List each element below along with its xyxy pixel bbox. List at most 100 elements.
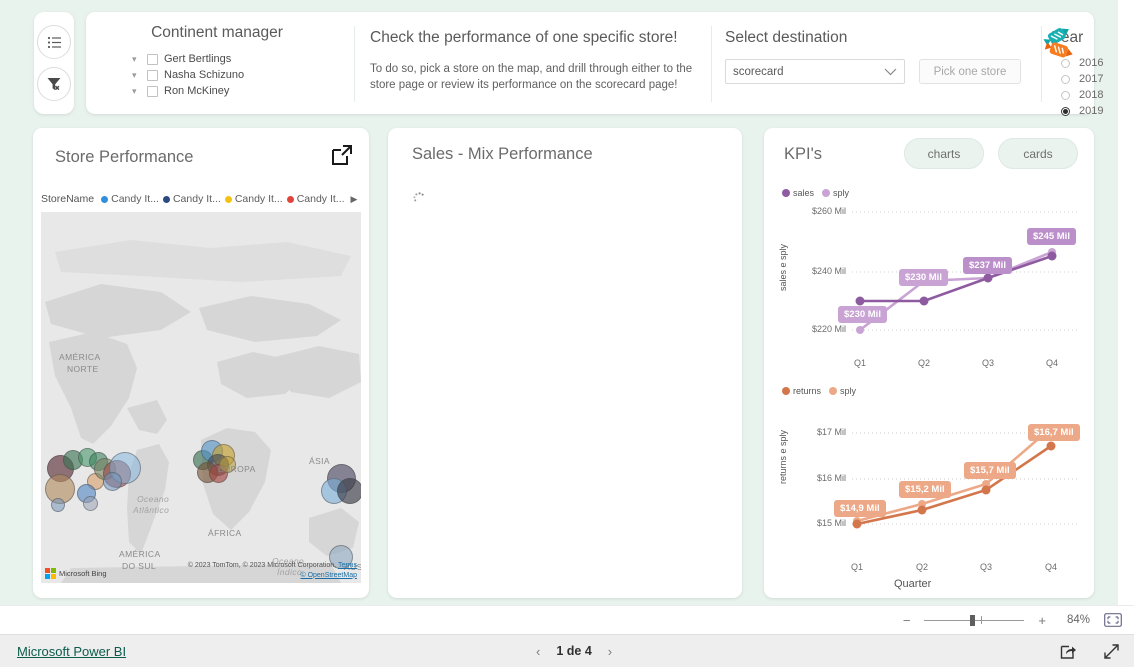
year-option-2017[interactable]: 2017 xyxy=(1061,71,1132,87)
x-tick: Q2 xyxy=(915,562,928,572)
sales-mix-title: Sales - Mix Performance xyxy=(412,145,593,163)
radio-button[interactable] xyxy=(1061,74,1070,84)
chevron-down-icon[interactable]: ▾ xyxy=(132,70,141,80)
legend-item-sply[interactable]: sply xyxy=(822,188,849,198)
year-option-2018[interactable]: 2018 xyxy=(1061,87,1132,103)
continent-manager-item[interactable]: ▾ Ron McKiney xyxy=(132,83,312,99)
x-tick: Q3 xyxy=(981,358,994,368)
x-tick: Q1 xyxy=(853,358,866,368)
map-bubble[interactable] xyxy=(103,472,122,491)
next-page-button[interactable]: › xyxy=(608,644,612,659)
instruction-title: Check the performance of one specific st… xyxy=(370,29,678,46)
fit-to-page-icon[interactable] xyxy=(1104,613,1122,627)
destination-block: Select destination scorecard Pick one st… xyxy=(725,29,1035,84)
bookmark-list-icon xyxy=(47,36,61,48)
filters-button[interactable] xyxy=(37,67,71,101)
legend-item-sply[interactable]: sply xyxy=(829,386,856,396)
share-icon[interactable] xyxy=(1060,643,1077,660)
legend-item[interactable]: Candy It... xyxy=(286,193,345,205)
map-bubble[interactable] xyxy=(219,456,236,473)
page-navigation: ‹ 1 de 4 › xyxy=(536,644,612,659)
map-bubble[interactable] xyxy=(51,498,65,512)
power-bi-link[interactable]: Microsoft Power BI xyxy=(17,644,126,659)
cards-toggle-button[interactable]: cards xyxy=(998,138,1078,169)
zoom-percent-label: 84% xyxy=(1066,614,1090,626)
year-label: 2016 xyxy=(1079,57,1104,69)
x-tick: Q3 xyxy=(979,562,992,572)
report-footer: Microsoft Power BI ‹ 1 de 4 › xyxy=(0,634,1134,667)
store-legend: StoreName Candy It... Candy It... Candy … xyxy=(41,190,361,208)
divider xyxy=(354,26,355,102)
legend-item-sales[interactable]: sales xyxy=(782,188,814,198)
checkbox[interactable] xyxy=(147,69,158,81)
bing-squares-icon xyxy=(45,568,56,579)
footer-actions xyxy=(1060,643,1120,660)
charts-toggle-button[interactable]: charts xyxy=(904,138,984,169)
legend-item[interactable]: Candy It... xyxy=(224,193,283,205)
store-performance-title: Store Performance xyxy=(55,148,194,166)
openstreetmap-link[interactable]: © OpenStreetMap xyxy=(300,572,357,579)
legend-color-dot xyxy=(286,195,294,203)
pick-one-store-button[interactable]: Pick one store xyxy=(919,59,1021,84)
page-indicator: 1 de 4 xyxy=(556,644,592,658)
legend-item-returns[interactable]: returns xyxy=(782,386,821,396)
chevron-down-icon[interactable]: ▾ xyxy=(132,86,141,96)
store-performance-panel: Store Performance StoreName Candy It... … xyxy=(33,128,369,598)
sales-mix-performance-panel: Sales - Mix Performance xyxy=(388,128,742,598)
zoom-slider-tick xyxy=(981,616,983,624)
zoom-slider[interactable] xyxy=(924,614,1025,626)
returns-sply-line-chart[interactable]: returns e sply $17 Mil $16 Mil $15 Mil $… xyxy=(772,400,1086,590)
zoom-out-button[interactable]: − xyxy=(903,613,911,628)
candy-logo-icon xyxy=(1043,28,1073,58)
bookmarks-button[interactable] xyxy=(37,25,71,59)
checkbox[interactable] xyxy=(147,85,158,97)
bing-label: Microsoft Bing xyxy=(59,569,107,578)
data-label: $15,2 Mil xyxy=(899,481,951,498)
world-map-graphic xyxy=(41,212,361,583)
left-rail xyxy=(34,12,74,114)
manager-name: Ron McKiney xyxy=(164,85,230,97)
continent-manager-item[interactable]: ▾ Gert Bertlings xyxy=(132,51,312,67)
legend-item[interactable]: Candy It... xyxy=(162,193,221,205)
data-label: $16,7 Mil xyxy=(1028,424,1080,441)
zoom-slider-thumb[interactable] xyxy=(970,615,976,626)
map-bubble[interactable] xyxy=(337,478,361,504)
chevron-down-icon[interactable]: ▾ xyxy=(132,54,141,64)
legend-item[interactable]: Candy It... xyxy=(101,193,159,205)
legend-header: StoreName xyxy=(41,193,95,205)
legend-label: returns xyxy=(793,386,822,396)
loading-spinner-icon xyxy=(413,192,424,202)
open-in-new-window-icon[interactable] xyxy=(331,144,353,166)
legend-label: sales xyxy=(793,188,815,198)
legend-label: Candy It... xyxy=(111,193,159,205)
x-tick: Q1 xyxy=(850,562,863,572)
radio-button-selected[interactable] xyxy=(1061,106,1070,116)
pick-one-store-label: Pick one store xyxy=(933,65,1007,78)
legend-next-arrow-icon[interactable]: ▶ xyxy=(351,194,358,205)
terms-link[interactable]: Terms xyxy=(338,562,357,569)
previous-page-button[interactable]: ‹ xyxy=(536,644,540,659)
destination-select[interactable]: scorecard xyxy=(725,59,905,84)
year-option-2019[interactable]: 2019 xyxy=(1061,103,1132,119)
checkbox[interactable] xyxy=(147,53,158,65)
legend-color-dot xyxy=(162,195,170,203)
map-copyright: © 2023 TomTom, © 2023 Microsoft Corporat… xyxy=(188,561,357,580)
radio-button[interactable] xyxy=(1061,90,1070,100)
sales-sply-line-chart[interactable]: sales e sply $260 Mil $240 Mil $220 Mil xyxy=(772,200,1086,378)
manager-name: Gert Bertlings xyxy=(164,53,232,65)
continent-manager-slicer: Continent manager ▾ Gert Bertlings ▾ Nas… xyxy=(122,24,312,99)
fullscreen-icon[interactable] xyxy=(1103,643,1120,660)
zoom-in-button[interactable]: + xyxy=(1038,613,1046,628)
data-label: $245 Mil xyxy=(1027,228,1076,245)
map-bubble[interactable] xyxy=(83,496,98,511)
store-map[interactable]: AMÉRICA NORTE AMÉRICA DO SUL EUROPA ÁSIA… xyxy=(41,212,361,583)
divider xyxy=(711,26,712,102)
legend-label: sply xyxy=(840,386,857,396)
filter-clear-icon xyxy=(47,78,61,91)
kpi-panel: KPI's charts cards sales sply sales e sp… xyxy=(764,128,1094,598)
x-tick: Q4 xyxy=(1045,358,1058,368)
sales-chart-legend: sales sply xyxy=(782,188,849,198)
chevron-down-icon xyxy=(884,68,897,75)
destination-selected-value: scorecard xyxy=(733,65,784,78)
continent-manager-item[interactable]: ▾ Nasha Schizuno xyxy=(132,67,312,83)
